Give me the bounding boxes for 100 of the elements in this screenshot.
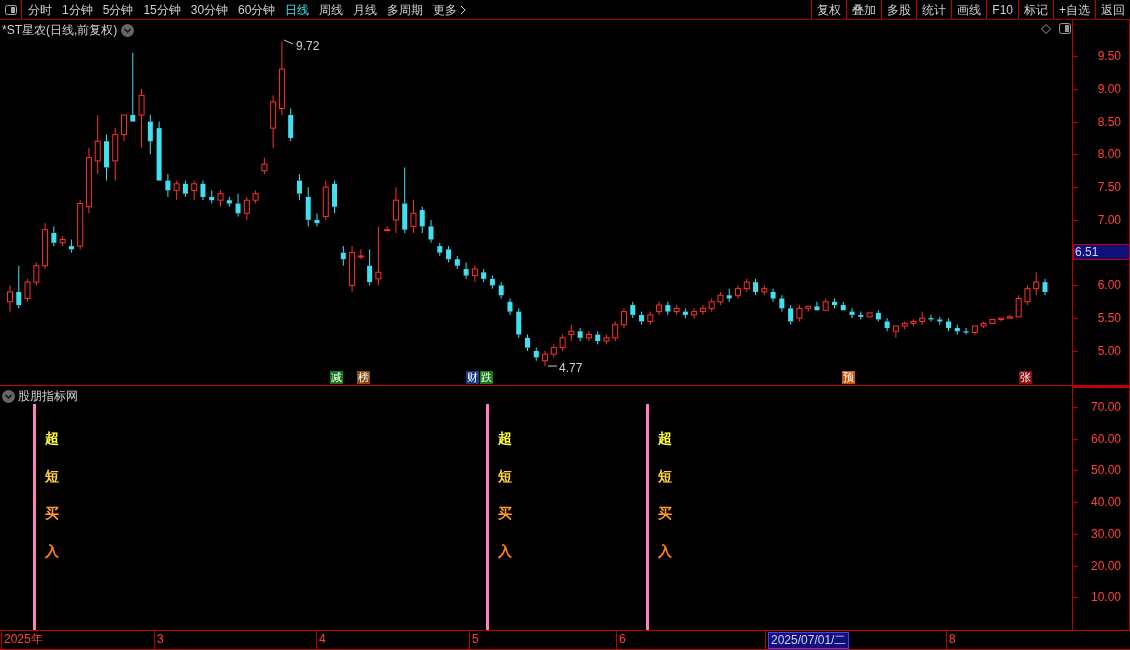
dropdown-icon[interactable] (2, 389, 15, 403)
indicator-tick-label: 20.00 (1090, 558, 1121, 573)
signal-label: 短 (658, 467, 672, 484)
event-tag[interactable]: 张 (1019, 371, 1032, 384)
candlestick (463, 261, 469, 280)
period-tab[interactable]: 30分钟 (190, 0, 229, 19)
candlestick (849, 307, 855, 319)
signal-label: 买 (45, 505, 59, 521)
candlestick (595, 330, 601, 345)
candlestick (278, 41, 285, 116)
candlestick (735, 284, 742, 299)
candlestick (51, 225, 57, 247)
date-label: 2025年 (4, 632, 43, 647)
signal-label: 入 (658, 542, 672, 559)
toolbar-button[interactable]: 叠加 (846, 0, 882, 19)
candlestick (1024, 284, 1031, 306)
candlestick (770, 288, 776, 303)
dropdown-icon[interactable] (121, 23, 135, 37)
candlestick (384, 225, 391, 232)
toolbar-button[interactable]: 返回 (1095, 0, 1130, 19)
signal-label: 买 (498, 505, 512, 521)
candlestick (542, 350, 549, 367)
candlestick (340, 245, 346, 267)
price-tick-label: 7.50 (1097, 180, 1121, 195)
panel-toggle-icon[interactable] (4, 4, 17, 15)
candlestick (489, 275, 495, 290)
candlestick (665, 301, 671, 316)
event-tag[interactable]: 榜 (357, 371, 370, 384)
signal-label: 入 (45, 542, 59, 559)
candlestick (402, 166, 408, 234)
signal-label: 短 (498, 467, 512, 484)
event-tag[interactable]: 财 (466, 371, 479, 384)
candlestick (314, 212, 320, 227)
candlestick (866, 312, 873, 318)
candlestick (577, 327, 583, 342)
candlestick (507, 298, 513, 316)
candlestick (446, 245, 452, 263)
date-label: 8 (949, 632, 956, 647)
panel-toggle-icon[interactable] (1059, 23, 1071, 34)
period-tab[interactable]: 更多 (433, 0, 467, 19)
candlestick (270, 94, 277, 149)
period-tab[interactable]: 5分钟 (102, 0, 134, 19)
event-tag[interactable]: 减 (330, 371, 343, 384)
date-label: 3 (157, 632, 164, 647)
candlestick (94, 114, 101, 175)
indicator-tick-label: 60.00 (1090, 431, 1121, 446)
candlestick (498, 281, 504, 299)
period-tab[interactable]: 周线 (319, 0, 344, 19)
signal-label: 短 (45, 467, 59, 484)
candlestick (673, 304, 680, 316)
period-tab[interactable]: 多周期 (387, 0, 424, 19)
indicator-tick-label: 70.00 (1090, 400, 1121, 414)
candlestick (235, 193, 241, 218)
toolbar-button[interactable]: F10 (986, 0, 1018, 19)
candlestick (121, 114, 128, 142)
candlestick (392, 186, 399, 234)
candlestick (481, 268, 487, 283)
candlestick (156, 121, 162, 181)
price-tick-label: 5.50 (1097, 311, 1121, 326)
candlestick (699, 304, 706, 316)
signal-label: 超 (45, 430, 59, 446)
candlestick (1042, 278, 1048, 296)
period-tab[interactable]: 1分钟 (62, 0, 93, 19)
indicator-tick-label: 40.00 (1090, 495, 1121, 510)
period-tab[interactable]: 15分钟 (143, 0, 181, 19)
candlestick (639, 311, 645, 326)
toolbar-button[interactable]: 画线 (951, 0, 987, 19)
candlestick (682, 307, 688, 319)
candlestick (200, 180, 206, 201)
event-tag[interactable]: 预 (842, 371, 855, 384)
toolbar-button[interactable]: 标记 (1018, 0, 1053, 19)
candlestick (42, 222, 49, 270)
toolbar-button[interactable]: 多股 (881, 0, 917, 19)
signal-label: 入 (498, 542, 512, 559)
candlestick (946, 317, 952, 332)
candlestick (59, 235, 66, 247)
candlestick (165, 173, 171, 198)
toolbar-button[interactable]: +自选 (1053, 0, 1095, 19)
candlestick (16, 265, 22, 309)
toolbar-button[interactable]: 复权 (811, 0, 847, 19)
candlestick (533, 347, 539, 362)
candlestick (656, 301, 663, 316)
date-label: 6 (619, 632, 626, 647)
period-tab[interactable]: 月线 (353, 0, 378, 19)
candlestick (963, 327, 969, 336)
candlestick (892, 325, 899, 339)
candlestick (717, 291, 724, 306)
period-tab[interactable]: 分时 (28, 0, 52, 19)
candlestick (130, 52, 136, 122)
price-tick-label: 9.50 (1097, 49, 1121, 64)
event-tag[interactable]: 跌 (480, 371, 493, 384)
candlestick (954, 324, 960, 336)
signal-label: 超 (498, 430, 512, 446)
candlestick (428, 219, 434, 244)
price-tick-label: 7.00 (1097, 212, 1121, 227)
toolbar-button[interactable]: 统计 (916, 0, 952, 19)
diamond-icon[interactable] (1041, 24, 1051, 34)
period-tab[interactable]: 日线 (285, 0, 310, 19)
leader-line (283, 39, 294, 45)
period-tab[interactable]: 60分钟 (238, 0, 276, 19)
